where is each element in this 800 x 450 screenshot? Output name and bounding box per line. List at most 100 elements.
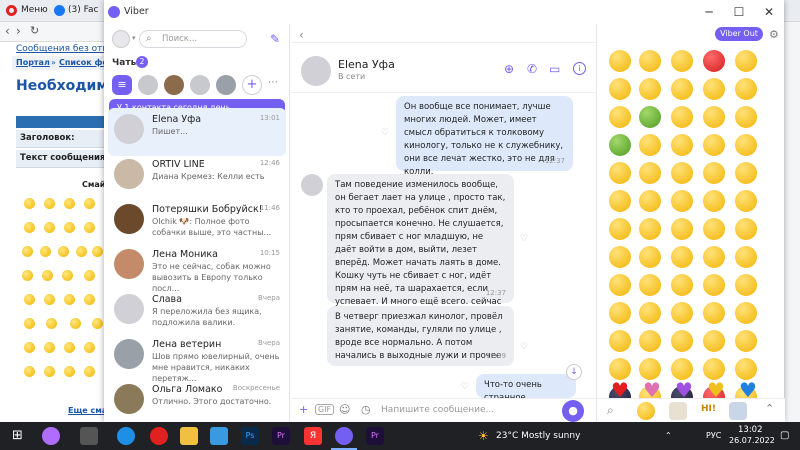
opera-taskbar-icon[interactable] [150,427,168,445]
like-heart-icon[interactable]: ♡ [461,382,469,392]
emoji-icon[interactable] [671,190,693,212]
filter-icon[interactable]: ≡ [112,75,132,95]
emoji-icon[interactable] [735,330,757,352]
photoshop-icon[interactable]: Ps [241,427,259,445]
emoji-icon[interactable] [671,218,693,240]
emoji-icon[interactable] [671,134,693,156]
emoji-icon[interactable] [703,190,725,212]
voice-call-icon[interactable]: ✆ [527,62,537,76]
forum-smiley-icon[interactable] [70,318,81,329]
sticker-search-icon[interactable]: ⌕ [607,403,614,418]
emoji-icon[interactable] [735,358,757,380]
clock-time[interactable]: 13:02 [738,425,763,435]
plus-icon[interactable]: + [299,403,308,416]
emoji-icon[interactable] [703,218,725,240]
edge-icon[interactable] [117,427,135,445]
message-input-placeholder[interactable]: Напишите сообщение... [381,405,494,415]
emoji-icon[interactable] [609,274,631,296]
forum-smiley-icon[interactable] [24,366,35,377]
forum-smiley-icon[interactable] [24,222,35,233]
emoji-icon[interactable] [671,274,693,296]
message-bubble-outgoing[interactable]: Он вообще все понимает, лучше многих люд… [396,96,573,177]
info-icon[interactable]: i [573,62,586,75]
emoji-icon[interactable] [639,78,661,100]
emoji-icon[interactable] [671,162,693,184]
chat-list-item[interactable]: Потеряшки Бобруйск! Olchik 🐶: Полное фото… [108,198,286,246]
forum-smiley-icon[interactable] [44,198,55,209]
weather-text[interactable]: 23°C Mostly sunny [496,431,580,441]
forum-smiley-icon[interactable] [64,198,75,209]
settings-gear-icon[interactable]: ⚙ [769,28,779,41]
alice-assistant-icon[interactable] [42,427,60,445]
emoji-icon[interactable] [671,330,693,352]
forum-smiley-icon[interactable] [84,366,95,377]
scroll-down-icon[interactable]: ↓ [566,364,582,380]
emoji-icon[interactable] [735,162,757,184]
emoji-icon[interactable] [703,162,725,184]
emoji-icon[interactable] [735,50,757,72]
compose-icon[interactable]: ✎ [270,32,280,46]
sticker-pack-tab-icon[interactable]: HI! [701,404,716,414]
emoji-icon[interactable] [703,134,725,156]
message-bubble-incoming[interactable]: Там поведение изменилось вообще, он бега… [327,174,514,333]
forum-smiley-icon[interactable] [64,342,75,353]
chat-list-item[interactable]: Лена Моника Это не сейчас, собак можно вы… [108,243,286,293]
emoji-icon[interactable] [735,218,757,240]
premiere-icon[interactable]: Pr [272,427,290,445]
emoji-icon[interactable] [609,358,631,380]
close-icon[interactable]: ✕ [754,3,784,21]
forum-smiley-icon[interactable] [44,366,55,377]
emoji-icon[interactable] [671,78,693,100]
emoji-icon[interactable] [609,302,631,324]
chat-list-item[interactable]: Слава Я переложила без ящика, подложила в… [108,288,286,336]
breadcrumb-forum-list[interactable]: Список фо [59,58,108,67]
emoji-icon[interactable] [639,358,661,380]
emoji-icon[interactable] [735,246,757,268]
like-heart-icon[interactable]: ♡ [520,342,528,352]
forum-smiley-icon[interactable] [44,222,55,233]
emoji-icon[interactable] [639,162,661,184]
forum-smiley-icon[interactable] [42,270,53,281]
tray-chevron-icon[interactable]: ⌃ [665,431,672,440]
language-indicator[interactable]: РУС [706,431,721,440]
chevron-down-icon[interactable]: ▾ [132,34,136,42]
viber-out-button[interactable]: Viber Out [715,27,763,41]
forum-smiley-icon[interactable] [46,318,57,329]
forum-smiley-icon[interactable] [84,222,95,233]
search-input[interactable]: ⌕ Поиск... [139,30,247,48]
back-arrow-icon[interactable]: ‹ [5,24,10,38]
breadcrumb-portal[interactable]: Портал [16,58,50,67]
forum-smiley-icon[interactable] [64,222,75,233]
emoji-icon[interactable] [609,246,631,268]
emoji-icon[interactable] [609,50,631,72]
emoji-icon[interactable] [609,106,631,128]
viber-taskbar-icon[interactable] [335,427,353,445]
forum-smiley-icon[interactable] [92,246,103,257]
file-explorer-icon[interactable] [180,427,198,445]
emoji-icon[interactable] [703,302,725,324]
forum-smiley-icon[interactable] [24,294,35,305]
contact-name[interactable]: Elena Уфа [338,58,395,71]
more-options-icon[interactable]: ⋯ [268,77,278,88]
sticker-pack-tab-icon[interactable] [729,402,747,420]
emoji-icon[interactable] [735,134,757,156]
emoji-icon[interactable] [639,274,661,296]
forum-smiley-icon[interactable] [40,246,51,257]
emoji-icon[interactable] [609,190,631,212]
forum-smiley-icon[interactable] [44,342,55,353]
heart-emoji-icon[interactable]: ♥ [738,380,758,400]
clock-date[interactable]: 26.07.2022 [729,436,775,445]
emoji-icon[interactable] [735,190,757,212]
emoji-icon[interactable] [639,50,661,72]
emoji-icon[interactable] [639,134,661,156]
task-view-icon[interactable] [80,427,98,445]
maximize-icon[interactable]: ☐ [724,3,754,21]
opera-menu-label[interactable]: Меню [21,5,48,15]
timer-icon[interactable]: ◷ [361,403,371,416]
emoji-icon[interactable] [609,162,631,184]
forum-smiley-icon[interactable] [64,294,75,305]
emoji-icon[interactable] [703,358,725,380]
notifications-icon[interactable]: ▢ [780,430,789,441]
emoji-icon[interactable] [703,274,725,296]
opera-tab-label[interactable]: (3) Fac [68,5,98,15]
